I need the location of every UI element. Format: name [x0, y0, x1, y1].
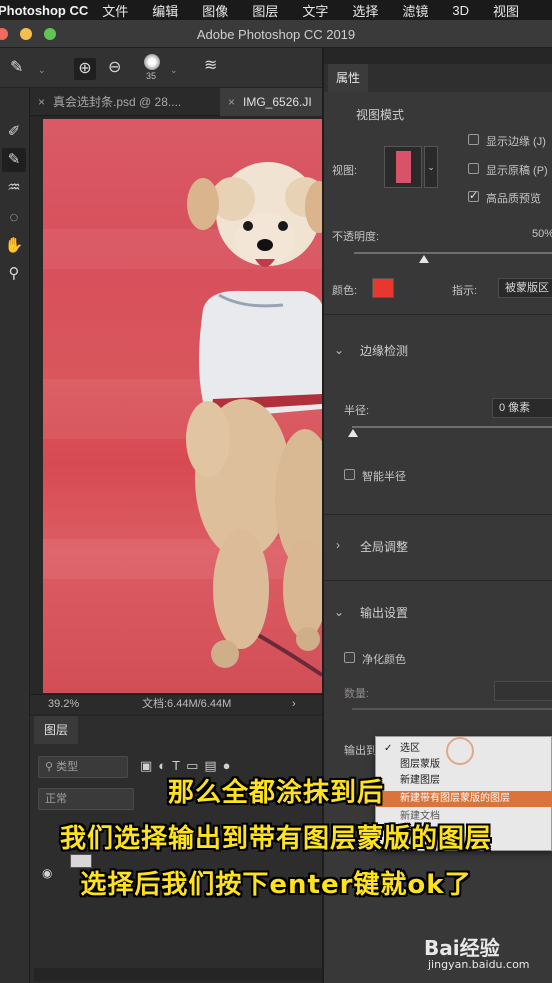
section-divider — [324, 580, 552, 581]
radius-slider-track[interactable] — [352, 426, 552, 428]
smart-radius-checkbox[interactable] — [344, 469, 355, 480]
menu-type[interactable]: 文字 — [302, 1, 328, 20]
quick-selection-tool-icon[interactable]: ✐ — [2, 120, 26, 144]
tool-preset-chevron-icon[interactable]: ⌄ — [38, 62, 46, 78]
refine-brush-icon[interactable]: ✎ — [10, 60, 23, 76]
amount-input[interactable] — [494, 681, 552, 701]
smart-radius-label: 智能半径 — [362, 471, 406, 483]
layers-scrollbar[interactable] — [34, 968, 322, 982]
tab-layers[interactable]: 图层 — [34, 716, 78, 744]
show-edge-checkbox[interactable] — [468, 134, 479, 145]
output-option-label: 选区 — [400, 743, 420, 754]
view-mode-thumbnail[interactable] — [384, 146, 422, 188]
opacity-label: 不透明度: — [332, 231, 380, 243]
indicate-select[interactable]: 被蒙版区 — [498, 278, 552, 298]
edge-detection-title[interactable]: 边缘检测 — [360, 342, 408, 359]
amount-slider-track[interactable] — [352, 708, 552, 710]
view-mode-title: 视图模式 — [356, 108, 405, 122]
zoom-level[interactable]: 39.2% — [48, 695, 79, 714]
high-quality-label: 高品质预览 — [486, 193, 541, 205]
opacity-slider-thumb[interactable] — [419, 255, 429, 263]
properties-header — [324, 48, 552, 64]
lasso-tool-icon[interactable]: ◌ — [2, 206, 26, 230]
amount-label: 数量: — [344, 688, 370, 700]
check-icon: ✓ — [384, 743, 393, 754]
radius-slider-thumb[interactable] — [348, 429, 358, 437]
subtitle-line-2: 我们选择输出到带有图层蒙版的图层 — [59, 824, 492, 854]
menu-view[interactable]: 视图 — [493, 1, 519, 20]
window-title-bar: Adobe Photoshop CC 2019 — [0, 20, 552, 48]
opacity-value[interactable]: 50% — [532, 228, 552, 240]
show-original-checkbox[interactable] — [468, 163, 479, 174]
section-divider — [324, 314, 552, 315]
smooth-icon[interactable]: ≋ — [204, 58, 217, 74]
baidu-watermark-url: jingyan.baidu.com — [428, 958, 530, 971]
color-label: 颜色: — [332, 285, 358, 297]
menu-layer[interactable]: 图层 — [252, 1, 278, 20]
tab-document-1[interactable]: × 真会选封条.psd @ 28.... — [38, 88, 218, 116]
menu-edit[interactable]: 编辑 — [152, 1, 178, 20]
global-adjust-title[interactable]: 全局调整 — [360, 538, 408, 555]
decontaminate-checkbox[interactable] — [344, 652, 355, 663]
options-bar: ✎ ⌄ ⊕ ⊖ ⌄ ≋ — [0, 48, 330, 88]
document-canvas[interactable] — [43, 119, 322, 693]
high-quality-checkbox[interactable] — [468, 189, 479, 202]
status-arrow-icon[interactable]: › — [292, 695, 296, 714]
menu-select[interactable]: 选择 — [352, 1, 378, 20]
document-tab-bar: × 真会选封条.psd @ 28.... × IMG_6526.JI — [30, 88, 322, 116]
subtitle-line-3: 选择后我们按下enter键就ok了 — [80, 870, 472, 900]
add-to-selection-icon[interactable]: ⊕ — [74, 58, 96, 80]
section-divider — [324, 514, 552, 515]
radius-input[interactable]: 0 像素 — [492, 398, 552, 418]
edge-detection-chevron-icon[interactable]: ⌄ — [334, 343, 344, 357]
close-tab-icon[interactable]: × — [228, 95, 235, 109]
menu-3d[interactable]: 3D — [452, 3, 469, 18]
view-mode-chevron-icon[interactable]: ⌄ — [424, 146, 438, 188]
tab-label: IMG_6526.JI — [243, 95, 312, 109]
canvas-area[interactable] — [30, 117, 322, 694]
baidu-watermark-logo: Bai经验 — [424, 936, 500, 960]
tab-label: 真会选封条.psd @ 28.... — [53, 95, 182, 109]
tab-document-2[interactable]: × IMG_6526.JI — [220, 88, 322, 116]
close-tab-icon[interactable]: × — [38, 95, 45, 109]
menu-file[interactable]: 文件 — [102, 1, 128, 20]
indicate-label: 指示: — [452, 285, 478, 297]
menu-filter[interactable]: 滤镜 — [402, 1, 428, 20]
brush-size-chevron-icon[interactable]: ⌄ — [170, 62, 178, 78]
refine-edge-brush-tool-icon[interactable]: ✎ — [2, 148, 26, 172]
status-bar: 39.2% 文档:6.44M/6.44M › — [30, 694, 322, 714]
output-settings-title[interactable]: 输出设置 — [360, 604, 408, 621]
output-to-label: 输出到 — [344, 745, 377, 757]
subtitle-line-1: 那么全都涂抹到后 — [167, 778, 384, 808]
overlay-color-swatch[interactable] — [372, 278, 394, 298]
global-adjust-chevron-icon[interactable]: › — [336, 538, 340, 552]
brush-size-value: 35 — [146, 71, 157, 81]
hand-tool-icon[interactable]: ✋ — [2, 234, 26, 258]
menu-image[interactable]: 图像 — [202, 1, 228, 20]
menu-bar: Photoshop CC 文件 编辑 图像 图层 文字 选择 滤镜 3D 视图 — [0, 0, 552, 20]
show-edge-label: 显示边缘 (J) — [486, 136, 546, 148]
zoom-tool-icon[interactable]: ⚲ — [2, 262, 26, 286]
show-original-label: 显示原稿 (P) — [486, 165, 548, 177]
tab-properties[interactable]: 属性 — [328, 64, 368, 92]
document-size: 文档:6.44M/6.44M — [142, 698, 232, 710]
brush-tool-icon[interactable]: ♒ — [2, 176, 26, 200]
view-label: 视图: — [332, 165, 358, 177]
app-name-menu[interactable]: Photoshop CC — [0, 3, 88, 18]
radius-label: 半径: — [344, 405, 370, 417]
brush-preview-icon[interactable] — [144, 54, 160, 70]
subtract-from-selection-icon[interactable]: ⊖ — [108, 60, 121, 76]
dog-photo — [186, 162, 322, 677]
click-indicator — [446, 737, 474, 765]
output-settings-chevron-icon[interactable]: ⌄ — [334, 605, 344, 619]
window-title: Adobe Photoshop CC 2019 — [196, 27, 356, 42]
opacity-slider-track[interactable] — [354, 252, 552, 254]
decontaminate-label: 净化颜色 — [362, 654, 406, 666]
